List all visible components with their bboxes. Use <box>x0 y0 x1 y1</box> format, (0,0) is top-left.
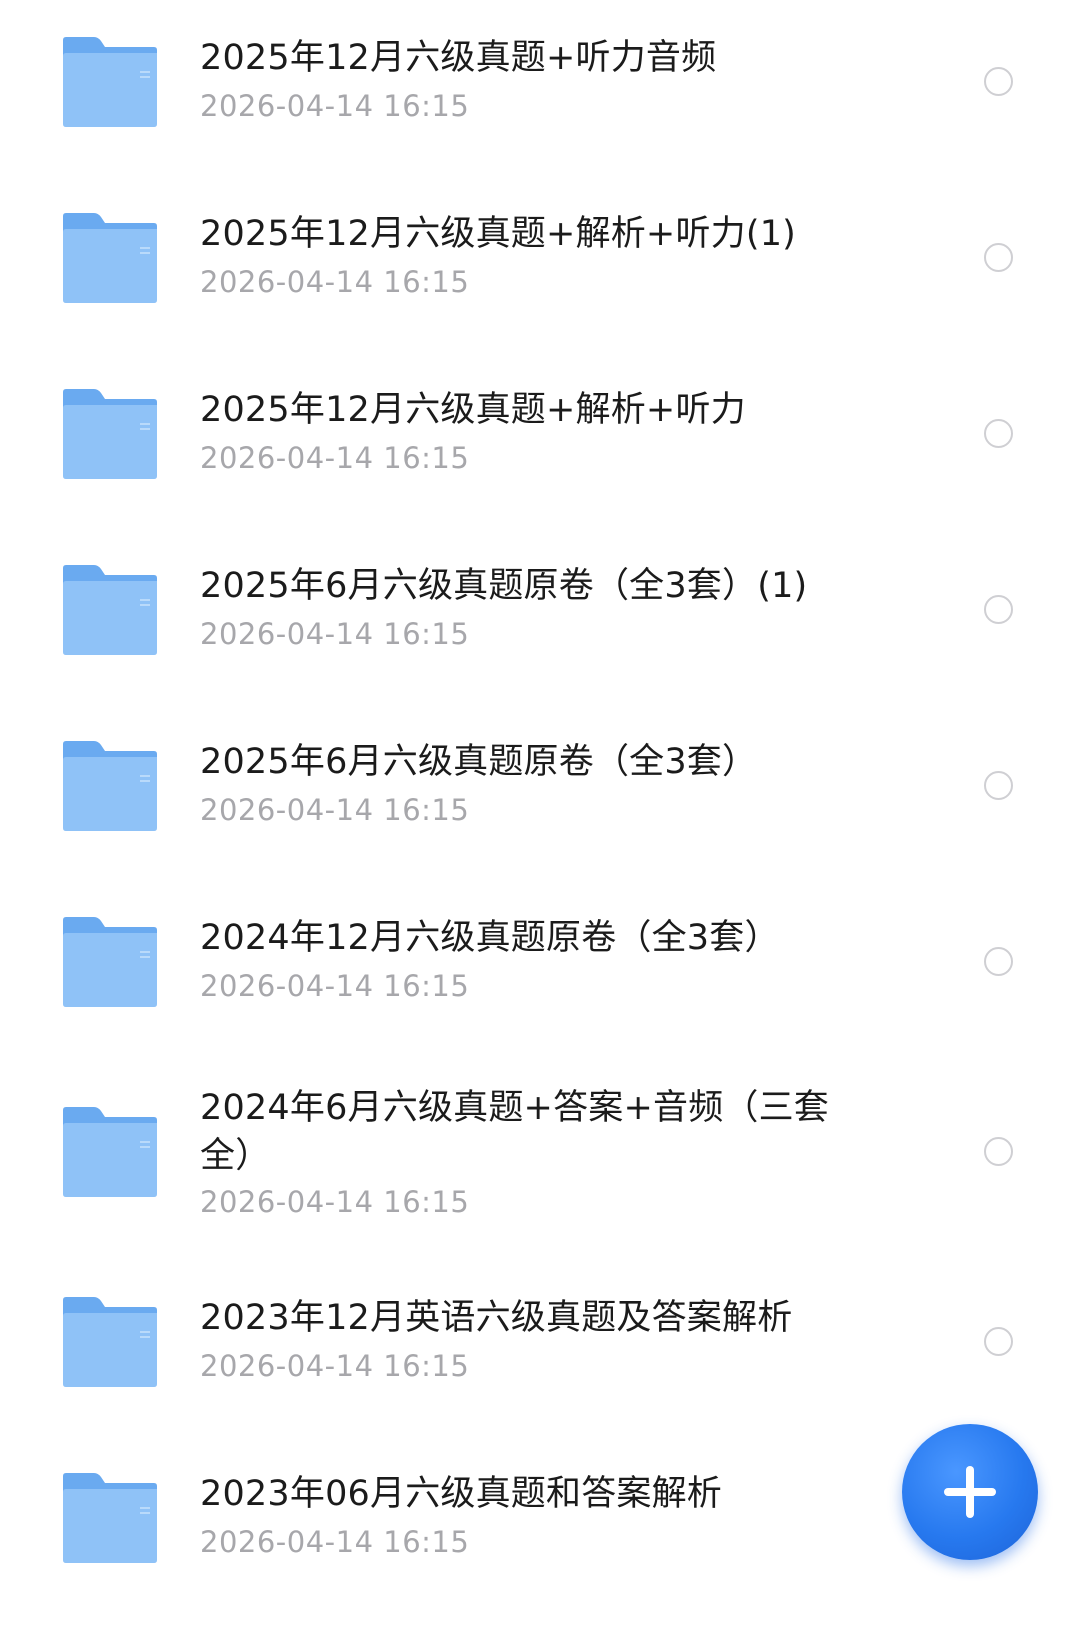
file-date: 2026-04-14 16:15 <box>200 1185 470 1219</box>
folder-icon <box>60 740 160 832</box>
file-name: 2025年12月六级真题+解析+听力(1) <box>200 214 797 254</box>
folder-icon <box>60 1106 160 1198</box>
file-date: 2026-04-14 16:15 <box>200 265 470 299</box>
select-radio-icon[interactable] <box>984 1327 1013 1356</box>
file-name: 2025年12月六级真题+解析+听力 <box>200 390 746 430</box>
file-name: 2025年6月六级真题原卷（全3套）(1) <box>200 566 808 606</box>
select-radio-icon[interactable] <box>984 595 1013 624</box>
file-list: 2025年12月六级真题+听力音频 2026-04-14 16:15 2025年… <box>0 0 1080 1641</box>
folder-icon <box>60 1296 160 1388</box>
select-radio-icon[interactable] <box>984 771 1013 800</box>
file-name: 2025年12月六级真题+听力音频 <box>200 38 717 78</box>
file-name: 2024年12月六级真题原卷（全3套） <box>200 918 780 958</box>
folder-icon <box>60 564 160 656</box>
add-button[interactable] <box>902 1424 1038 1560</box>
file-date: 2026-04-14 16:15 <box>200 89 470 123</box>
folder-icon <box>60 36 160 128</box>
file-name: 2023年12月英语六级真题及答案解析 <box>200 1298 793 1338</box>
file-name: 2025年6月六级真题原卷（全3套） <box>200 742 758 782</box>
select-radio-icon[interactable] <box>984 419 1013 448</box>
select-radio-icon[interactable] <box>984 947 1013 976</box>
folder-icon <box>60 212 160 304</box>
file-date: 2026-04-14 16:15 <box>200 441 470 475</box>
file-name: 2024年6月六级真题+答案+音频（三套全） <box>200 1088 829 1176</box>
folder-icon <box>60 1472 160 1564</box>
plus-icon <box>966 1466 974 1518</box>
select-radio-icon[interactable] <box>984 243 1013 272</box>
select-radio-icon[interactable] <box>984 67 1013 96</box>
select-radio-icon[interactable] <box>984 1137 1013 1166</box>
file-date: 2026-04-14 16:15 <box>200 617 470 651</box>
file-date: 2026-04-14 16:15 <box>200 1349 470 1383</box>
file-date: 2026-04-14 16:15 <box>200 1525 470 1559</box>
folder-icon <box>60 916 160 1008</box>
file-name: 2023年06月六级真题和答案解析 <box>200 1474 723 1514</box>
file-date: 2026-04-14 16:15 <box>200 969 470 1003</box>
file-date: 2026-04-14 16:15 <box>200 793 470 827</box>
folder-icon <box>60 388 160 480</box>
